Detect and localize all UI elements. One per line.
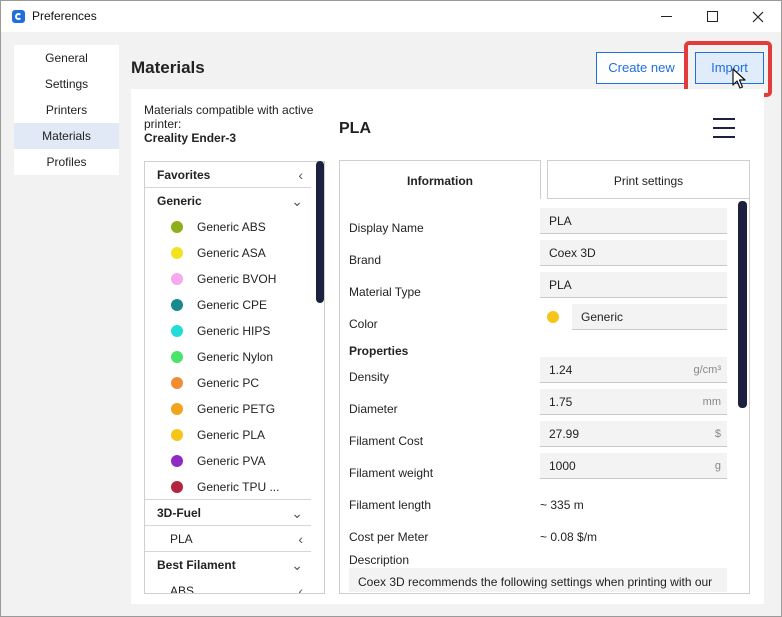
color-swatch-icon <box>171 299 183 311</box>
group-3d-fuel-label: 3D-Fuel <box>157 506 202 520</box>
mouse-cursor-icon <box>732 68 746 89</box>
color-swatch-icon <box>171 403 183 415</box>
filament-cost-label: Filament Cost <box>349 434 424 448</box>
color-swatch-icon <box>171 377 183 389</box>
group-generic-label: Generic <box>157 194 202 208</box>
brand-field[interactable]: Coex 3D <box>540 240 727 266</box>
close-icon <box>752 11 764 22</box>
preferences-window: Preferences General Settings Printers Ma… <box>0 0 782 617</box>
cura-app-icon <box>12 10 25 23</box>
minimize-icon <box>660 16 672 17</box>
subgroup-3d-fuel-pla[interactable]: PLA ‹ <box>145 526 311 552</box>
nav-item-printers[interactable]: Printers <box>14 97 119 123</box>
preferences-nav: General Settings Printers Materials Prof… <box>14 45 119 175</box>
diameter-field[interactable]: 1.75 mm <box>540 389 727 415</box>
group-favorites-label: Favorites <box>157 168 211 182</box>
density-field[interactable]: 1.24 g/cm³ <box>540 357 727 383</box>
materials-panel: Materials compatible with active printer… <box>131 89 764 604</box>
list-item[interactable]: Generic PVA <box>145 448 311 474</box>
list-item[interactable]: Generic PC <box>145 370 311 396</box>
menu-icon[interactable] <box>713 118 735 138</box>
list-item[interactable]: Generic TPU ... <box>145 474 311 500</box>
group-favorites[interactable]: Favorites ‹ <box>145 162 311 188</box>
color-swatch-icon <box>171 247 183 259</box>
tab-print-settings[interactable]: Print settings <box>547 160 750 199</box>
nav-item-materials[interactable]: Materials <box>14 123 119 149</box>
cost-per-meter-value: ~ 0.08 $/m <box>540 530 598 544</box>
tab-information[interactable]: Information <box>339 160 541 200</box>
list-item[interactable]: Generic CPE <box>145 292 311 318</box>
filament-cost-field[interactable]: 27.99 $ <box>540 421 727 447</box>
color-swatch-icon <box>171 325 183 337</box>
list-item[interactable]: Generic HIPS <box>145 318 311 344</box>
information-pane: Display Name PLA Brand Coex 3D Material … <box>339 199 750 594</box>
nav-item-settings[interactable]: Settings <box>14 71 119 97</box>
printer-name: Creality Ender-3 <box>144 131 237 145</box>
chevron-down-icon: ⌄ <box>291 557 303 573</box>
color-swatch-icon <box>171 273 183 285</box>
list-item[interactable]: Generic PLA <box>145 422 311 448</box>
color-swatch-icon <box>171 481 183 493</box>
filament-length-label: Filament length <box>349 498 432 512</box>
list-item[interactable]: Generic PETG <box>145 396 311 422</box>
list-item[interactable]: Generic ABS <box>145 214 311 240</box>
display-name-label: Display Name <box>349 221 424 235</box>
maximize-icon <box>706 11 718 22</box>
minimize-button[interactable] <box>643 1 689 32</box>
diameter-label: Diameter <box>349 402 398 416</box>
filament-weight-label: Filament weight <box>349 466 434 480</box>
list-item[interactable]: Generic ASA <box>145 240 311 266</box>
chevron-down-icon: ⌄ <box>291 505 303 521</box>
display-name-field[interactable]: PLA <box>540 208 727 234</box>
maximize-button[interactable] <box>689 1 735 32</box>
description-label: Description <box>349 553 410 567</box>
page-title: Materials <box>131 58 205 77</box>
chevron-down-icon: ⌄ <box>291 193 303 209</box>
material-list-scrollbar[interactable] <box>316 161 324 303</box>
chevron-left-icon: ‹ <box>298 531 303 547</box>
properties-heading: Properties <box>349 344 409 358</box>
color-swatch-icon <box>171 351 183 363</box>
material-tree: Favorites ‹ Generic ⌄ Generic ABS Generi… <box>144 161 325 594</box>
filament-weight-field[interactable]: 1000 g <box>540 453 727 479</box>
density-label: Density <box>349 370 390 384</box>
list-item[interactable]: Generic BVOH <box>145 266 311 292</box>
color-label: Color <box>349 317 378 331</box>
group-3d-fuel[interactable]: 3D-Fuel ⌄ <box>145 500 311 526</box>
window-title: Preferences <box>32 9 97 23</box>
material-type-label: Material Type <box>349 285 421 299</box>
subgroup-best-filament-abs[interactable]: ABS ‹ <box>145 578 311 594</box>
list-item[interactable]: Generic Nylon <box>145 344 311 370</box>
group-best-filament-label: Best Filament <box>157 558 236 572</box>
color-swatch-icon <box>171 221 183 233</box>
color-swatch-icon[interactable] <box>547 311 559 323</box>
color-swatch-icon <box>171 455 183 467</box>
material-title: PLA <box>339 120 371 137</box>
brand-label: Brand <box>349 253 382 267</box>
create-new-button[interactable]: Create new <box>596 52 687 84</box>
nav-item-profiles[interactable]: Profiles <box>14 149 119 175</box>
cost-per-meter-label: Cost per Meter <box>349 530 429 544</box>
nav-item-general[interactable]: General <box>14 45 119 71</box>
subgroup-label: PLA <box>170 532 193 546</box>
group-generic[interactable]: Generic ⌄ <box>145 188 311 214</box>
subgroup-label: ABS <box>170 584 195 594</box>
compatible-printer-text: Materials compatible with active printer… <box>144 103 324 145</box>
close-button[interactable] <box>735 1 781 32</box>
filament-length-value: ~ 335 m <box>540 498 584 512</box>
material-type-field[interactable]: PLA <box>540 272 727 298</box>
chevron-left-icon: ‹ <box>298 167 303 183</box>
description-field[interactable]: Coex 3D recommends the following setting… <box>349 568 727 592</box>
group-best-filament[interactable]: Best Filament ⌄ <box>145 552 311 578</box>
color-swatch-icon <box>171 429 183 441</box>
information-scrollbar[interactable] <box>738 201 747 408</box>
title-bar: Preferences <box>1 1 781 32</box>
color-name-field[interactable]: Generic <box>572 304 727 330</box>
chevron-left-icon: ‹ <box>298 583 303 594</box>
compatible-label: Materials compatible with active printer… <box>144 103 314 131</box>
